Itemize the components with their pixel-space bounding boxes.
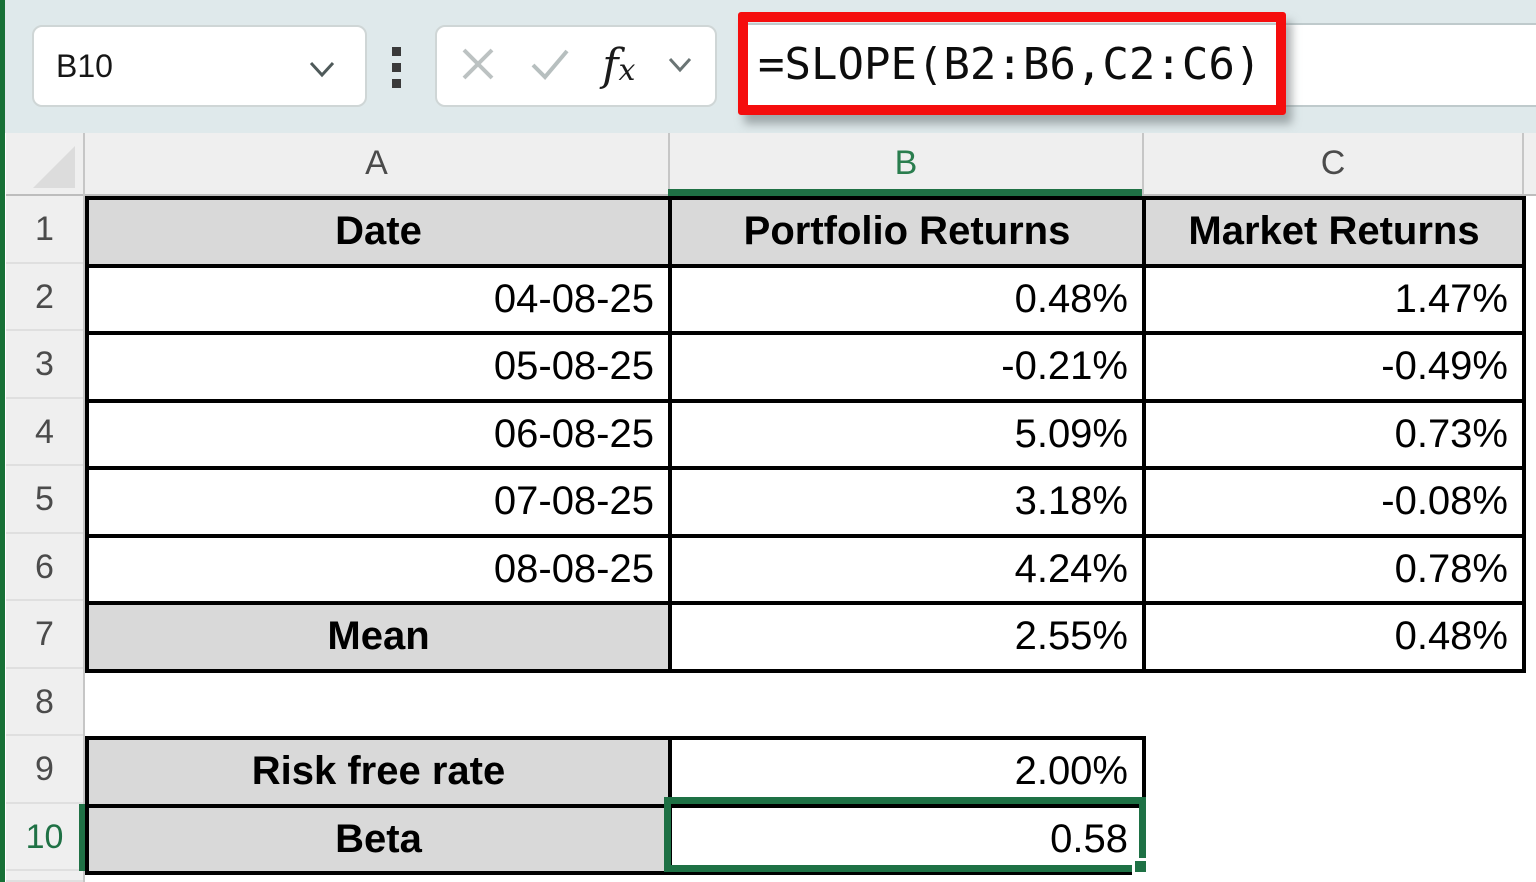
cell-c7[interactable]: 0.48% — [1144, 603, 1524, 671]
selected-column-accent — [668, 189, 1142, 196]
row-header-1[interactable]: 1 — [6, 196, 83, 264]
cell-b2[interactable]: 0.48% — [670, 266, 1144, 334]
enter-icon[interactable] — [529, 45, 571, 88]
table-row: 08-08-25 4.24% 0.78% — [87, 536, 1524, 604]
cell-a6[interactable]: 08-08-25 — [87, 536, 670, 604]
formula-bar-separator-dots-icon — [392, 47, 401, 95]
cell-b7[interactable]: 2.55% — [670, 603, 1144, 671]
cell-c4[interactable]: 0.73% — [1144, 401, 1524, 469]
cell-b1[interactable]: Portfolio Returns — [670, 198, 1144, 266]
row-header-2[interactable]: 2 — [6, 264, 83, 332]
cell-b6[interactable]: 4.24% — [670, 536, 1144, 604]
column-header-c[interactable]: C — [1142, 133, 1522, 194]
table-row: Risk free rate 2.00% — [87, 738, 1144, 806]
column-header-d[interactable] — [1522, 133, 1536, 194]
row-header-4[interactable]: 4 — [6, 399, 83, 467]
row-header-6[interactable]: 6 — [6, 534, 83, 602]
row-header-8[interactable]: 8 — [6, 669, 83, 737]
cell-b5[interactable]: 3.18% — [670, 468, 1144, 536]
cell-a5[interactable]: 07-08-25 — [87, 468, 670, 536]
row-header-7[interactable]: 7 — [6, 601, 83, 669]
window-left-edge — [0, 0, 5, 882]
cell-b9[interactable]: 2.00% — [670, 738, 1144, 806]
cell-c1[interactable]: Market Returns — [1144, 198, 1524, 266]
insert-function-icon[interactable]: fx — [602, 44, 635, 88]
cell-c2[interactable]: 1.47% — [1144, 266, 1524, 334]
select-all-button[interactable] — [6, 133, 85, 196]
table-row: Mean 2.55% 0.48% — [87, 603, 1524, 671]
red-highlight-annotation — [738, 12, 1286, 115]
table-row: 04-08-25 0.48% 1.47% — [87, 266, 1524, 334]
row-header-11[interactable] — [6, 871, 83, 882]
row-header-9[interactable]: 9 — [6, 736, 83, 804]
select-all-triangle-icon — [33, 146, 75, 188]
formula-bar-area: B10 fx =SLOPE(B2:B6,C2:C6) — [0, 0, 1536, 133]
cell-a1[interactable]: Date — [87, 198, 670, 266]
cell-a3[interactable]: 05-08-25 — [87, 333, 670, 401]
formula-bar-dropdown-icon[interactable] — [667, 51, 693, 82]
cell-a10[interactable]: Beta — [87, 806, 670, 874]
cell-a2[interactable]: 04-08-25 — [87, 266, 670, 334]
table-row: 05-08-25 -0.21% -0.49% — [87, 333, 1524, 401]
cell-c6[interactable]: 0.78% — [1144, 536, 1524, 604]
cell-b4[interactable]: 5.09% — [670, 401, 1144, 469]
table-row: Date Portfolio Returns Market Returns — [87, 198, 1524, 266]
returns-table: Date Portfolio Returns Market Returns 04… — [85, 196, 1526, 673]
cell-a9[interactable]: Risk free rate — [87, 738, 670, 806]
row-header-3[interactable]: 3 — [6, 331, 83, 399]
selected-cell-border — [664, 797, 1146, 872]
row-header-column: 1 2 3 4 5 6 7 8 9 10 — [6, 196, 85, 882]
cell-c3[interactable]: -0.49% — [1144, 333, 1524, 401]
name-box[interactable]: B10 — [32, 25, 367, 107]
cell-a7[interactable]: Mean — [87, 603, 670, 671]
excel-window: B10 fx =SLOPE(B2:B6,C2:C6) — [0, 0, 1536, 882]
name-box-dropdown-icon[interactable] — [307, 54, 337, 84]
spreadsheet-grid: A B C 1 2 3 4 5 6 7 8 9 10 Date Portfoli… — [0, 133, 1536, 882]
name-box-value[interactable]: B10 — [56, 27, 113, 105]
formula-buttons-group: fx — [435, 25, 717, 107]
row-header-10[interactable]: 10 — [6, 804, 83, 872]
column-header-a[interactable]: A — [85, 133, 668, 194]
cancel-icon[interactable] — [459, 45, 497, 88]
fill-handle[interactable] — [1132, 858, 1149, 875]
table-row: 06-08-25 5.09% 0.73% — [87, 401, 1524, 469]
cell-c5[interactable]: -0.08% — [1144, 468, 1524, 536]
column-header-b[interactable]: B — [668, 133, 1142, 194]
cell-a4[interactable]: 06-08-25 — [87, 401, 670, 469]
cell-b3[interactable]: -0.21% — [670, 333, 1144, 401]
table-row: 07-08-25 3.18% -0.08% — [87, 468, 1524, 536]
row-header-5[interactable]: 5 — [6, 466, 83, 534]
